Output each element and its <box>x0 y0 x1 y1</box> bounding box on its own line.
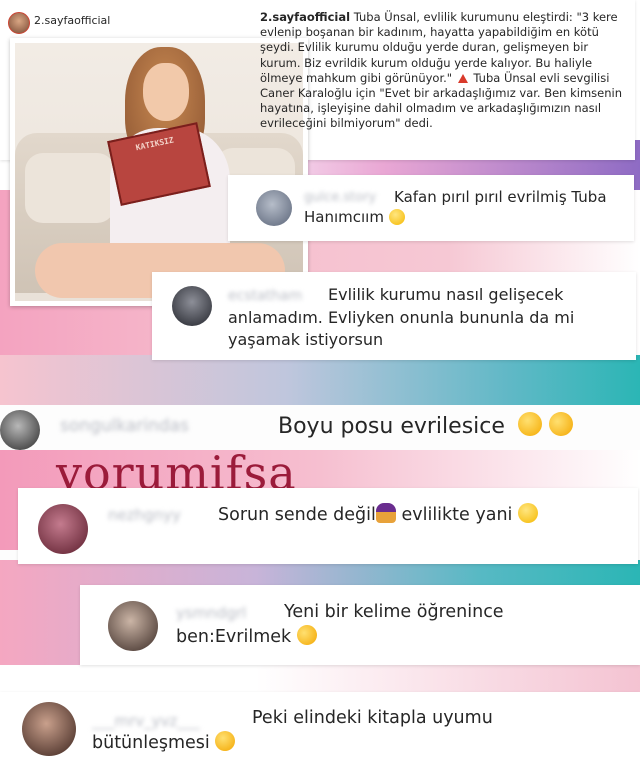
comment-text-6: Peki elindeki kitapla uyumu bütünleşmesi <box>92 706 562 757</box>
comment-text-5: Yeni bir kelime öğrenince ben:Evrilmek <box>176 600 596 651</box>
tears-of-joy-emoji <box>215 731 236 752</box>
comment-text-4: Sorun sende değil evlilikte yani <box>108 502 598 528</box>
post-caption: 2.sayfaofficial Tuba Ünsal, evlilik kuru… <box>260 10 625 131</box>
comment-text-1: Kafan pırıl pırıl evrilmiş Tuba Hanımcıı… <box>304 188 614 227</box>
rofl-emoji <box>545 408 577 440</box>
comment-avatar-1[interactable] <box>256 190 292 226</box>
comment-text-1-body: Kafan pırıl pırıl evrilmiş Tuba Hanımcıı… <box>304 188 607 226</box>
smile-emoji <box>388 208 405 225</box>
comment-text-3-body: Boyu posu evrilesice <box>278 414 505 439</box>
bg-band-4 <box>0 355 640 405</box>
post-avatar[interactable] <box>8 12 30 34</box>
post-username[interactable]: 2.sayfaofficial <box>34 14 110 27</box>
comment-text-4-b: evlilikte yani <box>401 505 513 525</box>
comment-username-3[interactable]: songulkarindas <box>60 416 189 436</box>
rofl-emoji <box>293 622 320 649</box>
comment-text-6-body: Peki elindeki kitapla uyumu bütünleşmesi <box>92 708 493 754</box>
comment-avatar-3[interactable] <box>0 410 40 450</box>
wink-emoji <box>517 412 542 436</box>
comment-avatar-4[interactable] <box>38 504 88 554</box>
grimace-emoji <box>517 503 538 523</box>
comment-avatar-5[interactable] <box>108 601 158 651</box>
comment-text-5-body: Yeni bir kelime öğrenince ben:Evrilmek <box>176 602 504 648</box>
comment-text-4-a: Sorun sende değil <box>218 505 376 525</box>
person-shrugging-emoji <box>375 503 396 523</box>
face <box>143 63 189 121</box>
comment-avatar-2[interactable] <box>172 286 212 326</box>
cushion <box>25 153 115 223</box>
warning-icon <box>457 73 468 83</box>
caption-username[interactable]: 2.sayfaofficial <box>260 10 350 24</box>
comment-text-3: Boyu posu evrilesice <box>278 408 577 442</box>
comment-avatar-6[interactable] <box>22 702 76 756</box>
comment-text-2: Evlilik kurumu nasıl gelişecek anlamadım… <box>228 285 575 350</box>
